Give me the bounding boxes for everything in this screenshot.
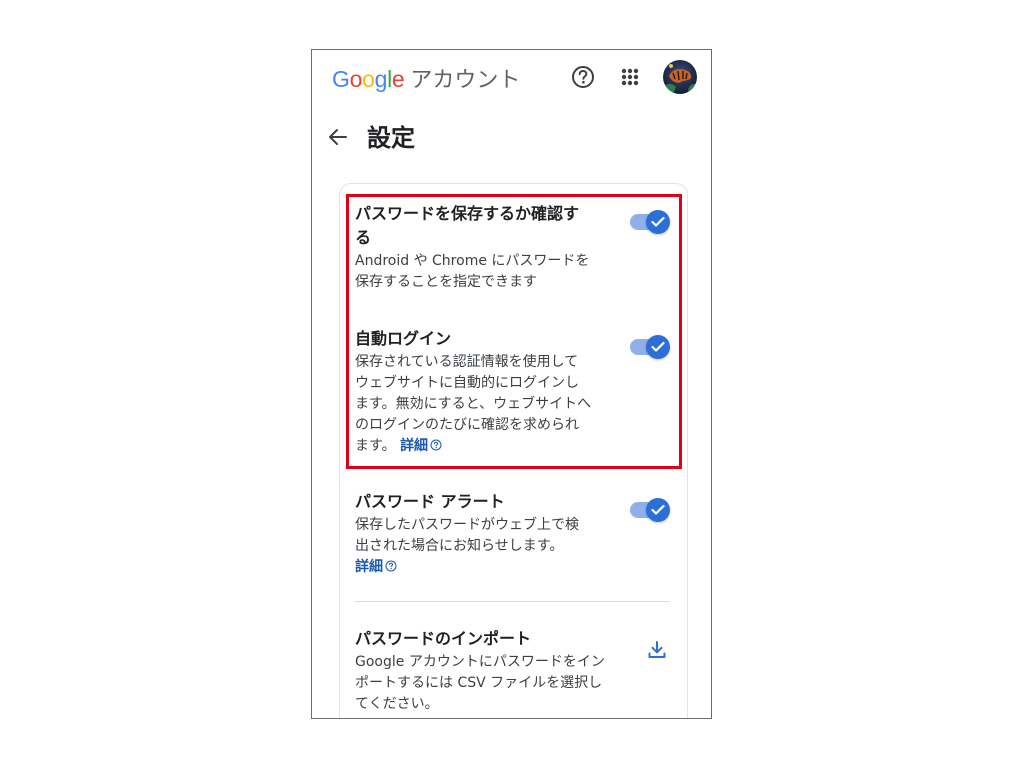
setting-description: Google アカウントにパスワードをイン ポートするには CSV ファイルを選… [355,652,617,715]
check-icon [646,335,670,359]
desc-line: Android や Chrome にパスワードを [355,253,590,269]
learn-more-label: 詳細 [400,438,429,454]
setting-password-alert: パスワード アラート 保存したパスワードがウェブ上で検 出された場合にお知らせし… [355,490,617,578]
logo-letter: o [349,66,363,92]
setting-title: パスワードを保存するか確認す る [355,202,617,250]
learn-more-link[interactable]: 詳細 [355,559,397,575]
learn-more-link[interactable]: 詳細 [400,438,442,454]
setting-title: 自動ログイン [355,329,452,348]
desc-line: 詳細 [355,557,617,578]
desc-line: ポートするには CSV ファイルを選択し [355,675,603,691]
desc-line: のログインのたびに確認を求められ [355,417,579,433]
avatar[interactable] [663,60,697,94]
desc-line: ウェブサイトに自動的にログインし [355,375,579,391]
setting-title: パスワードのインポート [355,629,532,648]
setting-description: 保存されている認証情報を使用して ウェブサイトに自動的にログインし ます。無効に… [355,352,617,457]
desc-text: ます。 [355,438,396,454]
desc-line: 出された場合にお知らせします。 [355,538,564,554]
setting-import-passwords[interactable]: パスワードのインポート Google アカウントにパスワードをイン ポートするに… [355,627,617,715]
toggle-auto-sign-in[interactable] [630,335,670,359]
divider [355,601,670,602]
logo-letter: G [332,66,350,92]
help-icon[interactable] [570,64,596,90]
setting-title-line: パスワードを保存するか確認す [355,204,580,223]
logo-letter: g [374,66,388,92]
setting-auto-sign-in: 自動ログイン 保存されている認証情報を使用して ウェブサイトに自動的にログインし… [355,327,617,457]
apps-grid-icon[interactable] [617,64,643,90]
logo-letter: o [362,66,375,92]
setting-title: パスワード アラート [355,492,505,511]
learn-more-label: 詳細 [355,559,383,575]
desc-line: ます。無効にすると、ウェブサイトへ [355,396,592,412]
logo-letter: e [391,66,405,92]
desc-line: 保存したパスワードがウェブ上で検 [355,517,579,533]
back-arrow-icon[interactable] [326,125,350,149]
toggle-offer-to-save[interactable] [630,210,670,234]
help-small-icon [385,560,397,572]
setting-offer-to-save: パスワードを保存するか確認す る Android や Chrome にパスワード… [355,202,617,293]
check-icon [646,498,670,522]
desc-line: てください。 [355,696,439,712]
phone-frame: Google アカウント 設定 パスワードを保存するか確認す る Android… [311,49,712,719]
account-label: アカウント [410,68,521,93]
setting-description: 保存したパスワードがウェブ上で検 出された場合にお知らせします。 詳細 [355,515,617,578]
setting-description: Android や Chrome にパスワードを 保存することを指定できます [355,251,617,293]
desc-line: ます。 詳細 [355,436,617,457]
check-icon [646,210,670,234]
setting-title-line: る [355,228,372,247]
google-logo: Google [332,66,405,93]
page-title: 設定 [367,124,415,152]
help-small-icon [430,439,442,451]
desc-line: 保存することを指定できます [355,274,537,290]
desc-line: 保存されている認証情報を使用して [355,354,579,370]
desc-line: Google アカウントにパスワードをイン [355,654,605,670]
download-icon[interactable] [646,639,668,661]
google-account-brand[interactable]: Google アカウント [332,62,521,93]
toggle-password-alert[interactable] [630,498,670,522]
